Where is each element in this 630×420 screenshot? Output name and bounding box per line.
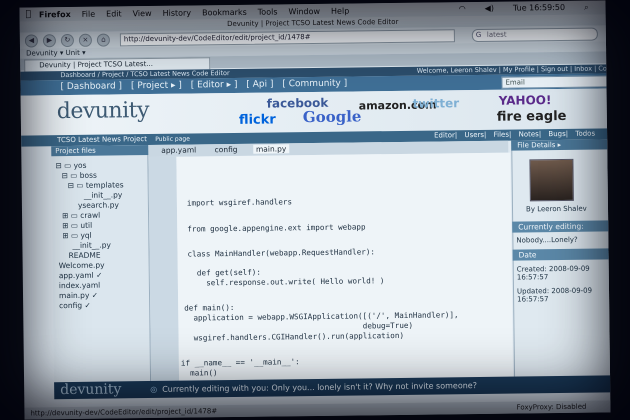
brand-yahoo: YAHOO! [498,93,552,108]
file-tab-app-yaml[interactable]: app.yaml [158,145,199,154]
public-page-link[interactable]: Public page [155,136,190,143]
menu-window[interactable]: Window [288,6,320,15]
devunity-logo[interactable]: devunity [57,98,149,124]
tab-todos[interactable]: Todos [575,130,595,138]
menu-firefox[interactable]: Firefox [39,9,71,18]
tab-editor[interactable]: Editor [434,131,455,139]
tree-item-yos[interactable]: ⊟ ▭ yos [55,161,86,170]
tab-users[interactable]: Users [464,131,484,139]
email-field[interactable]: Email [501,75,611,89]
tab-files[interactable]: Files [494,131,509,139]
spotlight-icon[interactable]: ⌕ [584,3,589,13]
tree-item-boss[interactable]: ⊟ ▭ boss [62,171,97,180]
date-heading: Date [512,248,611,261]
search-placeholder: latest [486,30,507,39]
file-details-title[interactable]: File Details ▸ [511,139,611,151]
volume-icon[interactable]: ◀) [485,4,494,14]
tree-item-index-yaml[interactable]: index.yaml [59,281,100,291]
tree-item-ysearch[interactable]: ysearch.py [78,200,119,209]
users-icon: ◎ [150,384,158,395]
avatar [529,158,574,202]
tree-item-main-py[interactable]: main.py ✓ [59,291,98,300]
code-line: from google.appengine.ext import webapp [187,222,366,234]
menu-tools[interactable]: Tools [258,7,278,16]
tree-item-templates[interactable]: ⊟ ▭ templates [68,180,124,190]
tree-item-yql[interactable]: ⊞ ▭ yql [62,231,92,240]
tree-item-crawl[interactable]: ⊞ ▭ crawl [62,211,100,220]
tree-item-welcome[interactable]: Welcome.py [59,261,105,271]
back-icon[interactable]: ◀ [24,33,38,48]
home-icon[interactable]: ⌂ [96,32,110,47]
reload-icon[interactable]: ↻ [60,33,74,47]
forward-icon[interactable]: ▶ [42,33,56,47]
tree-item-config[interactable]: config ✓ [59,301,91,310]
code-line: application = webapp.WSGIApplication([('… [184,310,459,323]
code-line: import wsgiref.handlers [186,197,293,208]
wifi-icon[interactable]: ◠ [459,4,466,14]
nav-api[interactable]: [ Api ] [246,79,273,89]
nav-community[interactable]: [ Community ] [282,79,347,90]
menu-help[interactable]: Help [331,6,349,15]
code-line: wsgiref.handlers.CGIHandler().run(applic… [184,330,405,343]
brand-google: Google [302,107,362,127]
created-date: Created: 2008-09-09 16:57:57 [516,264,590,282]
tree-item-init-boss[interactable]: __init__.py [84,190,123,199]
nav-dashboard[interactable]: [ Dashboard ] [60,81,122,92]
foxyproxy-status[interactable]: FoxyProxy: Disabled [517,401,587,414]
nav-editor[interactable]: [ Editor ▸ ] [191,80,238,91]
screen:  Firefox File Edit View History Bookmar… [19,0,611,420]
browser-status-bar: http://devunity-dev/CodeEditor/edit/proj… [24,400,611,420]
code-line: def main(): [184,302,235,313]
photo-frame:  Firefox File Edit View History Bookmar… [0,0,630,420]
search-icon: G [475,30,482,39]
apple-icon[interactable]:  [26,9,32,19]
code-line: def get(self): [187,267,261,278]
nav-project[interactable]: [ Project ▸ ] [131,81,182,92]
code-line: if __name__ == '__main__': [180,357,300,368]
line-gutter [148,156,180,382]
code-line: main() [180,368,218,378]
menu-file[interactable]: File [82,9,95,18]
footer-logo: devunity [60,381,122,399]
tree-item-util[interactable]: ⊞ ▭ util [62,221,92,230]
file-tree-title: Project files [51,144,152,157]
menu-bookmarks[interactable]: Bookmarks [202,7,247,17]
menu-edit[interactable]: Edit [106,9,122,18]
code-line: self.response.out.write( Hello world! ) [187,276,385,288]
clock[interactable]: Tue 16:59:50 [513,3,565,14]
brand-fire-eagle: fire eagle [496,108,567,125]
file-tab-main-py[interactable]: main.py [252,144,290,154]
file-tab-config[interactable]: config [212,145,241,154]
currently-editing-heading: Currently editing: [512,220,611,233]
brand-flickr: flickr [238,112,276,128]
updated-date: Updated: 2008-09-09 16:57:57 [516,286,593,304]
tree-item-init-yos[interactable]: __init__.py [72,240,111,249]
project-title: TCSO Latest News Project [57,135,148,145]
tree-item-readme[interactable]: README [68,251,100,260]
author-name[interactable]: By Leeron Shalev [526,205,587,214]
collab-status-text: Currently editing with you: Only you... … [162,381,477,394]
tab-bugs[interactable]: Bugs [548,130,565,138]
search-input[interactable]: Glatest [471,27,598,42]
tab-notes[interactable]: Notes [519,130,539,138]
tree-item-app-yaml[interactable]: app.yaml ✓ [59,271,103,281]
menu-view[interactable]: View [133,8,152,17]
currently-editing-value: Nobody....Lonely? [516,235,578,245]
code-line: class MainHandler(webapp.RequestHandler)… [187,247,376,259]
menu-history[interactable]: History [163,8,192,17]
status-url: http://devunity-dev/CodeEditor/edit/proj… [30,407,218,418]
stop-icon[interactable]: × [78,33,92,47]
code-editor[interactable]: import wsgiref.handlers from google.appe… [176,152,514,381]
brand-twitter: twitter [412,96,460,111]
